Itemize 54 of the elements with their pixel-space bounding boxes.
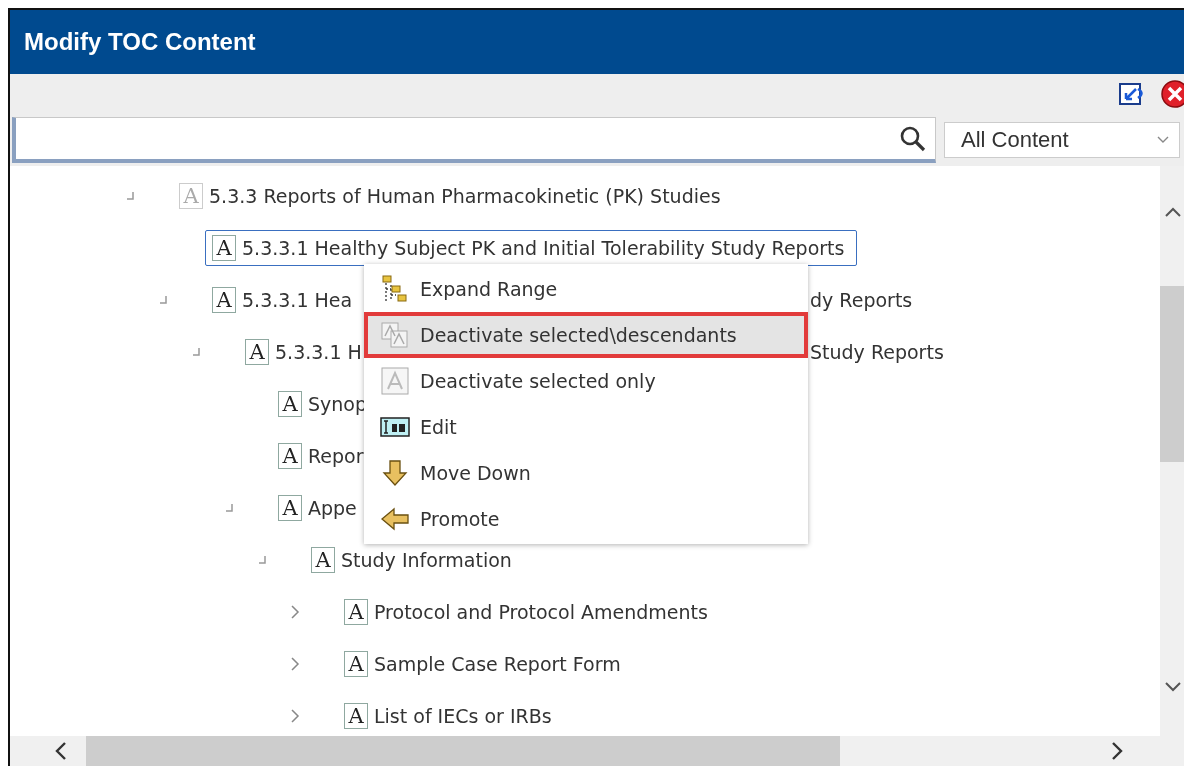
window-title: Modify TOC Content: [24, 28, 256, 56]
active-item-icon: A: [278, 443, 302, 469]
inactive-item-icon: A: [179, 183, 203, 209]
horizontal-scrollbar[interactable]: [8, 736, 1184, 766]
expanded-corner-icon[interactable]: [224, 503, 234, 513]
tree-item-label: List of IECs or IRBs: [374, 705, 552, 727]
box-arrow-icon[interactable]: [1118, 81, 1146, 107]
tree-item[interactable]: A 5.3.3.1 Hea: [205, 282, 366, 318]
tree-item-label: dy Reports: [810, 289, 913, 311]
active-item-icon: A: [245, 339, 269, 365]
text-field-icon: [380, 416, 410, 438]
chevron-right-icon[interactable]: [1110, 741, 1124, 761]
tree-item-label: Study Reports: [810, 341, 944, 363]
tree-item-label: 5.3.3 Reports of Human Pharmacokinetic (PK) Studies: [209, 185, 721, 207]
tree-item[interactable]: A List of IECs or IRBs: [337, 698, 565, 734]
menu-item[interactable]: Deactivate selected\descendants: [364, 312, 808, 358]
stacked-boxes-icon: [380, 321, 410, 349]
chevron-up-icon[interactable]: [1164, 206, 1182, 218]
expanded-corner-icon[interactable]: [125, 191, 135, 201]
tree-item-label: 5.3.3.1 H: [275, 341, 362, 363]
left-arrow-icon: [380, 507, 410, 531]
expanded-corner-icon[interactable]: [158, 295, 168, 305]
active-item-icon: A: [311, 547, 335, 573]
close-icon[interactable]: [1160, 79, 1184, 109]
active-item-icon: A: [212, 287, 236, 313]
active-item-icon: A: [344, 651, 368, 677]
folder-tree-icon: [380, 275, 410, 303]
tree-item-label: Study Information: [341, 549, 512, 571]
tree-item[interactable]: A Study Information: [304, 542, 525, 578]
tree-item-label: 5.3.3.1 Healthy Subject PK and Initial Tolerability Study Reports: [242, 237, 845, 259]
active-item-icon: A: [212, 235, 236, 261]
tree-item[interactable]: A Protocol and Protocol Amendments: [337, 594, 721, 630]
tree-item-label: 5.3.3.1 Hea: [242, 289, 353, 311]
search-icon[interactable]: [899, 124, 927, 153]
menu-item[interactable]: Expand Range: [364, 266, 808, 312]
chevron-down-icon[interactable]: [1164, 681, 1182, 693]
expanded-corner-icon[interactable]: [191, 347, 201, 357]
active-item-icon: A: [344, 703, 368, 729]
tree-item-label: Appe: [308, 497, 357, 519]
expanded-corner-icon[interactable]: [257, 555, 267, 565]
tree-item-label: Protocol and Protocol Amendments: [374, 601, 708, 623]
letter-box-icon: [380, 367, 410, 395]
active-item-icon: A: [278, 391, 302, 417]
down-arrow-icon: [380, 459, 410, 487]
tree-item[interactable]: A 5.3.3 Reports of Human Pharmacokinetic (PK) Studies: [172, 178, 734, 214]
tree-item[interactable]: A Sample Case Report Form: [337, 646, 634, 682]
tree-item-label: Sample Case Report Form: [374, 653, 621, 675]
active-item-icon: A: [278, 495, 302, 521]
chevron-down-icon: [1157, 136, 1169, 144]
search-field[interactable]: [12, 117, 936, 163]
chevron-left-icon[interactable]: [54, 741, 68, 761]
tree-item-label: Repor: [308, 445, 364, 467]
filter-dropdown[interactable]: All Content: [944, 122, 1180, 158]
active-item-icon: A: [344, 599, 368, 625]
